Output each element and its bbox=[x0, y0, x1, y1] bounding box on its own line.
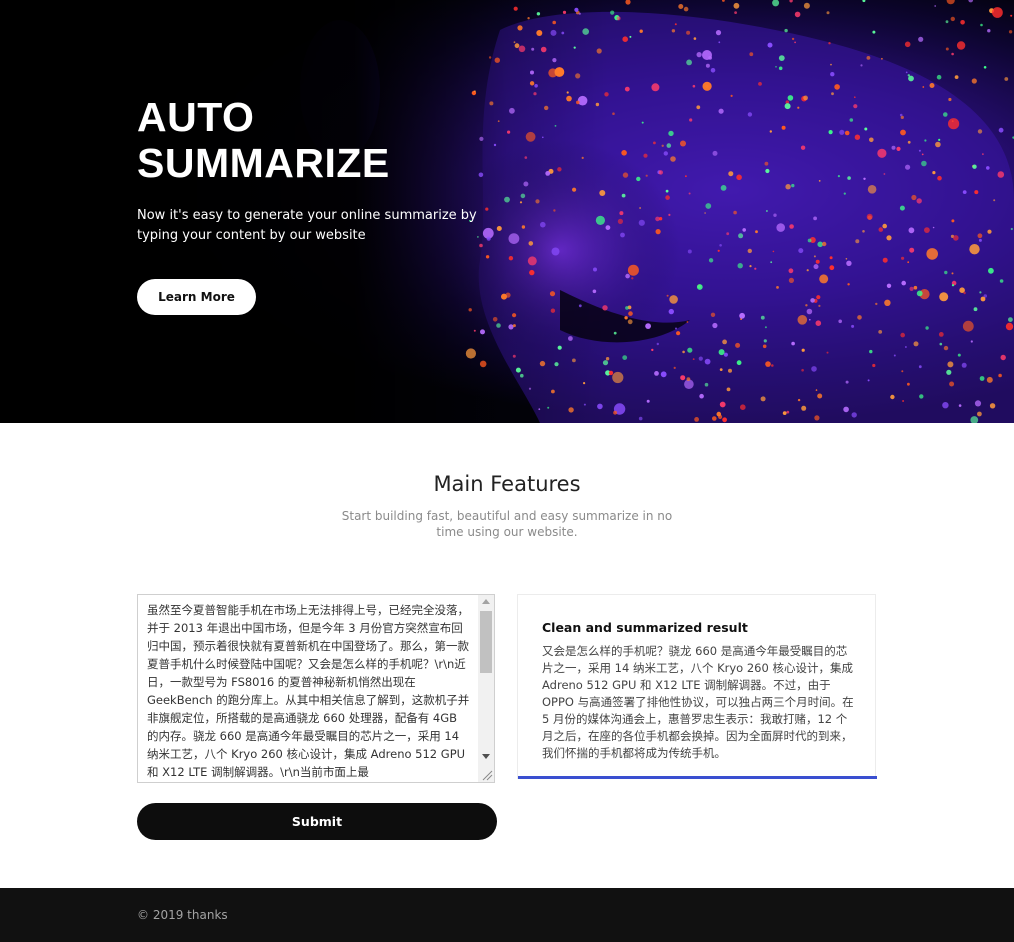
footer-copyright: © 2019 thanks bbox=[137, 908, 228, 922]
hero-title-line-1: AUTO bbox=[137, 94, 255, 140]
features-subtitle: Start building fast, beautiful and easy … bbox=[341, 509, 673, 539]
input-scrollbar[interactable] bbox=[478, 595, 494, 782]
features-title: Main Features bbox=[433, 472, 581, 496]
scroll-up-icon[interactable] bbox=[482, 599, 490, 604]
result-title: Clean and summarized result bbox=[542, 620, 748, 635]
learn-more-button[interactable]: Learn More bbox=[137, 279, 256, 315]
hero-title: AUTO SUMMARIZE bbox=[137, 94, 390, 186]
scroll-thumb[interactable] bbox=[480, 611, 492, 673]
hero-subtitle: Now it's easy to generate your online su… bbox=[137, 208, 477, 243]
result-text: 又会是怎么样的手机呢？骁龙 660 是高通今年最受瞩目的芯片之一，采用 14 纳… bbox=[542, 644, 854, 760]
hero-title-line-2: SUMMARIZE bbox=[137, 140, 390, 186]
content-input-container: 虽然至今夏普智能手机在市场上无法排得上号，已经完全没落，并于 2013 年退出中… bbox=[137, 594, 495, 783]
footer: © 2019 thanks bbox=[0, 888, 1014, 942]
result-accent-bar bbox=[518, 776, 877, 779]
content-input[interactable]: 虽然至今夏普智能手机在市场上无法排得上号，已经完全没落，并于 2013 年退出中… bbox=[138, 595, 479, 782]
hero-section: AUTO SUMMARIZE Now it's easy to generate… bbox=[0, 0, 1014, 423]
resize-handle-icon[interactable] bbox=[480, 768, 493, 781]
scroll-down-icon[interactable] bbox=[482, 754, 490, 759]
submit-button[interactable]: Submit bbox=[137, 803, 497, 840]
result-card: Clean and summarized result 又会是怎么样的手机呢？骁… bbox=[517, 594, 877, 779]
